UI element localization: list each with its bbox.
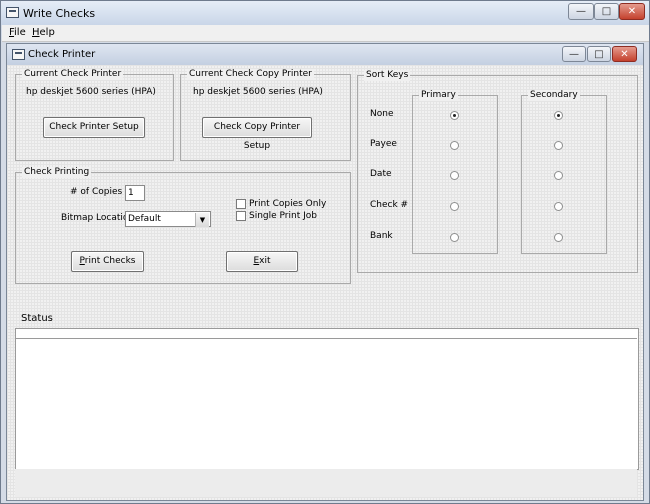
- app-icon: [6, 7, 19, 18]
- print-checks-label-rest: rint Checks: [84, 256, 136, 266]
- write-checks-window: Write Checks — □ ✕ File Help Check Print…: [0, 0, 650, 504]
- outer-close-button[interactable]: ✕: [619, 3, 645, 20]
- check-printer-name: hp deskjet 5600 series (HPA): [26, 87, 156, 97]
- menu-help-rest: elp: [39, 27, 55, 38]
- copies-input[interactable]: 1: [125, 185, 145, 201]
- inner-minimize-button[interactable]: —: [562, 46, 586, 62]
- current-copy-printer-group: Current Check Copy Printer hp deskjet 56…: [180, 69, 351, 161]
- outer-minimize-button[interactable]: —: [568, 3, 594, 20]
- status-label: Status: [21, 313, 53, 324]
- secondary-radio-date[interactable]: [554, 171, 563, 180]
- bitmap-location-value: Default: [128, 214, 161, 224]
- exit-button[interactable]: Exit: [226, 251, 298, 272]
- primary-radio-bank[interactable]: [450, 233, 459, 242]
- inner-close-button[interactable]: ✕: [612, 46, 637, 62]
- copies-label: # of Copies: [70, 187, 123, 197]
- copy-printer-name: hp deskjet 5600 series (HPA): [193, 87, 323, 97]
- sort-row-bank: Bank: [370, 231, 393, 241]
- sort-row-none: None: [370, 109, 394, 119]
- check-printing-group: Check Printing # of Copies 1 Bitmap Loca…: [15, 167, 351, 284]
- secondary-radio-payee[interactable]: [554, 141, 563, 150]
- status-footer-strip: [15, 469, 637, 497]
- status-log[interactable]: [15, 328, 639, 470]
- check-printer-setup-button[interactable]: Check Printer Setup: [43, 117, 145, 138]
- sort-row-payee: Payee: [370, 139, 397, 149]
- sort-row-check-number: Check #: [370, 200, 409, 210]
- secondary-radio-check[interactable]: [554, 202, 563, 211]
- child-app-icon: [12, 49, 25, 60]
- sort-keys-group: Sort Keys None Payee Date Check # Bank P…: [357, 70, 638, 273]
- primary-radio-payee[interactable]: [450, 141, 459, 150]
- inner-maximize-button[interactable]: □: [587, 46, 611, 62]
- bitmap-location-select[interactable]: Default ▼: [125, 211, 211, 227]
- outer-maximize-button[interactable]: □: [594, 3, 619, 20]
- print-copies-only-checkbox[interactable]: [236, 199, 246, 209]
- print-checks-button[interactable]: Print Checks: [71, 251, 144, 272]
- menu-bar: File Help: [2, 25, 649, 42]
- inner-body: Current Check Printer hp deskjet 5600 se…: [7, 65, 643, 500]
- inner-title-bar[interactable]: Check Printer — □ ✕: [7, 44, 643, 65]
- secondary-legend: Secondary: [528, 90, 580, 101]
- single-print-job-checkbox[interactable]: [236, 211, 246, 221]
- primary-legend: Primary: [419, 90, 458, 101]
- primary-radio-check[interactable]: [450, 202, 459, 211]
- menu-help[interactable]: Help: [32, 27, 55, 38]
- current-check-printer-legend: Current Check Printer: [22, 69, 124, 80]
- sort-row-date: Date: [370, 169, 392, 179]
- status-header-line: [15, 328, 637, 339]
- check-printing-legend: Check Printing: [22, 167, 92, 178]
- single-print-job-label: Single Print Job: [249, 211, 317, 221]
- primary-radio-none[interactable]: [450, 111, 459, 120]
- secondary-radio-none[interactable]: [554, 111, 563, 120]
- print-copies-only-label: Print Copies Only: [249, 199, 327, 209]
- sort-keys-legend: Sort Keys: [364, 70, 411, 81]
- menu-help-accel: H: [32, 27, 40, 38]
- copy-printer-setup-button[interactable]: Check Copy Printer Setup: [202, 117, 312, 151]
- check-printer-window: Check Printer — □ ✕ Current Check Printe…: [6, 43, 644, 501]
- bitmap-location-label: Bitmap Location: [61, 213, 135, 223]
- current-copy-printer-legend: Current Check Copy Printer: [187, 69, 314, 80]
- chevron-down-icon[interactable]: ▼: [195, 213, 209, 227]
- outer-title-bar[interactable]: Write Checks — □ ✕: [1, 1, 649, 25]
- current-check-printer-group: Current Check Printer hp deskjet 5600 se…: [15, 69, 174, 161]
- primary-radio-date[interactable]: [450, 171, 459, 180]
- secondary-radio-bank[interactable]: [554, 233, 563, 242]
- secondary-sort-group: Secondary: [521, 90, 607, 254]
- exit-label-rest: xit: [259, 256, 271, 266]
- outer-window-title: Write Checks: [23, 7, 96, 20]
- primary-sort-group: Primary: [412, 90, 498, 254]
- inner-window-title: Check Printer: [28, 49, 96, 60]
- menu-file[interactable]: File: [9, 27, 26, 38]
- menu-file-rest: ile: [14, 27, 26, 38]
